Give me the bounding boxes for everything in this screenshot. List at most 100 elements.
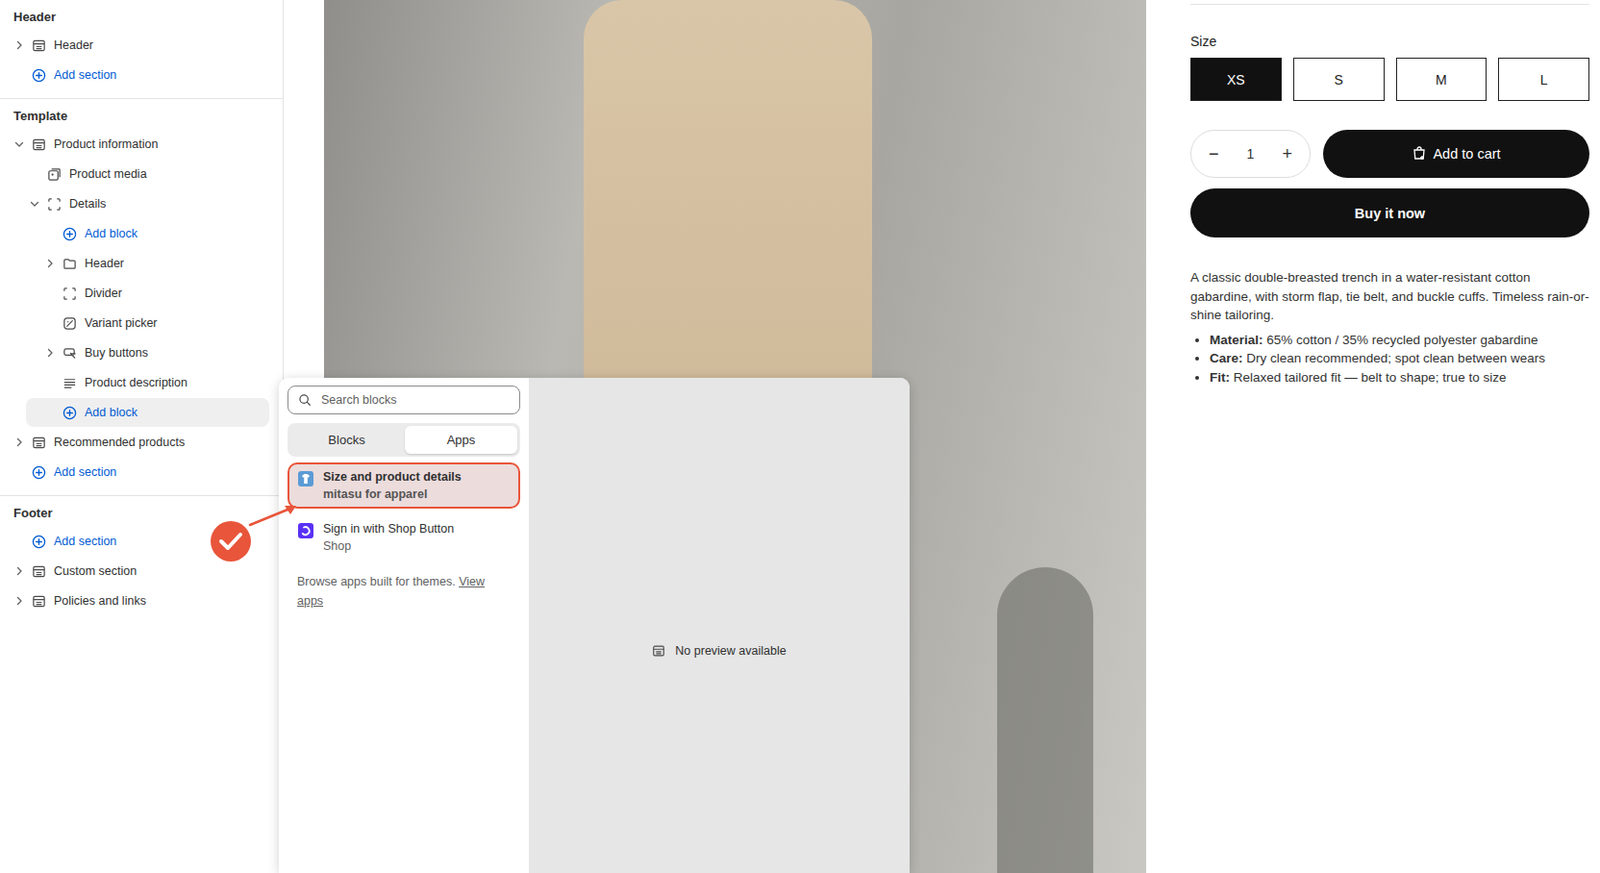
quantity-input[interactable]: 1 (1247, 146, 1255, 162)
app-block[interactable]: Sign in with Shop Button Shop (287, 514, 521, 561)
search-icon (298, 393, 312, 407)
view-apps-link[interactable]: View apps (297, 575, 485, 608)
tab[interactable]: Blocks (290, 425, 403, 454)
detail-item: Fit: Relaxed tailored fit — belt to shap… (1209, 368, 1590, 388)
shadow-figure (997, 567, 1094, 873)
group-title: Footer (0, 503, 283, 526)
item-label: Custom section (53, 564, 137, 578)
size-option[interactable]: M (1396, 57, 1488, 101)
app-block[interactable]: Size and product details mitasu for appar… (287, 462, 521, 509)
browse-apps: Browse apps built for themes. View apps (287, 560, 521, 623)
text-icon (62, 375, 77, 391)
add-button[interactable]: Add section (0, 60, 272, 90)
tree-item[interactable]: Product information (0, 129, 272, 159)
caret-icon[interactable] (43, 226, 57, 241)
product-info: SizeXSSML−1+Add to cartBuy it nowA class… (1190, 3, 1590, 873)
item-label: Header (53, 38, 94, 52)
sidebar-group: Header Header Add section (0, 7, 283, 100)
search-field[interactable]: Search blocks (287, 385, 521, 415)
app-vendor: mitasu for apparel (323, 487, 462, 501)
tab[interactable]: Apps (404, 425, 518, 454)
tree-item[interactable]: Header (0, 249, 272, 278)
tree-item[interactable]: Buy buttons (0, 338, 272, 368)
caret-icon[interactable] (12, 68, 26, 82)
add-to-cart-button[interactable]: Add to cart (1323, 129, 1590, 178)
picker-list: Search blocks BlocksApps Size and product … (278, 377, 529, 873)
item-label: Divider (84, 286, 123, 300)
caret-icon[interactable] (12, 38, 26, 52)
caret-icon[interactable] (43, 375, 57, 390)
add-button[interactable]: Add block (25, 398, 270, 427)
detail-item: Material: 65% cotton / 35% recycled poly… (1209, 330, 1590, 350)
add-icon (31, 534, 47, 550)
variant-icon (62, 316, 77, 331)
tree-item[interactable]: Header (0, 30, 272, 60)
tree-item[interactable]: Recommended products (0, 427, 272, 457)
app-name: Sign in with Shop Button (323, 522, 454, 536)
size-option[interactable]: L (1498, 57, 1590, 101)
theme-editor: Header Header Add section TemplateProduct i… (0, 0, 1600, 873)
quantity-selector: − 1 + (1190, 129, 1311, 178)
app-icon (298, 523, 314, 539)
add-icon (62, 226, 77, 242)
add-button[interactable]: Add block (0, 219, 272, 249)
add-button[interactable]: Add section (0, 457, 272, 487)
caret-icon[interactable] (12, 137, 26, 151)
tree-item[interactable]: Variant picker (0, 308, 272, 338)
plus-button[interactable]: + (1281, 144, 1293, 165)
group-icon (47, 197, 62, 212)
tree-item[interactable]: Product media (0, 159, 272, 189)
size-option[interactable]: S (1293, 57, 1385, 101)
no-preview-text: No preview available (675, 644, 786, 658)
caret-icon[interactable] (12, 594, 26, 608)
caret-icon[interactable] (43, 286, 57, 300)
section-icon (651, 644, 666, 658)
caret-icon[interactable] (12, 534, 26, 549)
item-label: Recommended products (53, 435, 185, 450)
tree-item[interactable]: Divider (0, 278, 272, 308)
caret-icon[interactable] (12, 564, 26, 578)
caret-icon[interactable] (12, 435, 26, 450)
item-label: Policies and links (53, 594, 147, 608)
caret-icon[interactable] (43, 316, 57, 330)
detail-list: Material: 65% cotton / 35% recycled poly… (1190, 330, 1590, 388)
caret-icon[interactable] (27, 197, 42, 211)
app-name: Size and product details (323, 470, 462, 484)
app-vendor: Shop (323, 539, 454, 553)
item-label: Add section (53, 534, 117, 549)
tree-item[interactable]: Policies and links (0, 586, 272, 616)
preview-pane: No preview available (528, 377, 910, 873)
sidebar-group: Footer Add section Custom section Policies … (0, 503, 283, 625)
add-icon (31, 68, 47, 83)
buy-row: − 1 + Add to cart (1190, 129, 1590, 178)
section-icon (31, 435, 47, 450)
size-options: XSSML (1190, 57, 1590, 101)
caret-icon[interactable] (43, 346, 57, 360)
tree-item[interactable]: Product description (0, 368, 272, 398)
group-title: Header (0, 7, 283, 30)
product-description: A classic double-breasted trench in a wa… (1190, 268, 1590, 325)
group-icon (62, 286, 77, 301)
buy-now-button[interactable]: Buy it now (1190, 188, 1590, 238)
caret-icon[interactable] (43, 405, 57, 420)
caret-icon[interactable] (27, 167, 42, 181)
size-option[interactable]: XS (1190, 57, 1282, 101)
caret-icon[interactable] (12, 465, 26, 479)
tree-item[interactable]: Details (0, 189, 272, 219)
item-label: Add block (84, 226, 138, 241)
item-label: Variant picker (84, 316, 158, 330)
minus-button[interactable]: − (1208, 144, 1220, 165)
picker-tabs: BlocksApps (287, 423, 521, 457)
block-picker: Search blocks BlocksApps Size and product … (278, 377, 910, 873)
item-label: Details (69, 197, 106, 211)
group-title: Template (0, 106, 283, 129)
check-annotation-icon (207, 498, 314, 566)
section-icon (31, 594, 47, 609)
cart-icon (1411, 146, 1427, 162)
section-icon (31, 137, 47, 152)
item-label: Add section (53, 68, 117, 82)
item-label: Buy buttons (84, 346, 149, 360)
caret-icon[interactable] (43, 256, 57, 271)
sidebar: Header Header Add section TemplateProduct i… (0, 0, 284, 873)
add-icon (62, 405, 77, 421)
